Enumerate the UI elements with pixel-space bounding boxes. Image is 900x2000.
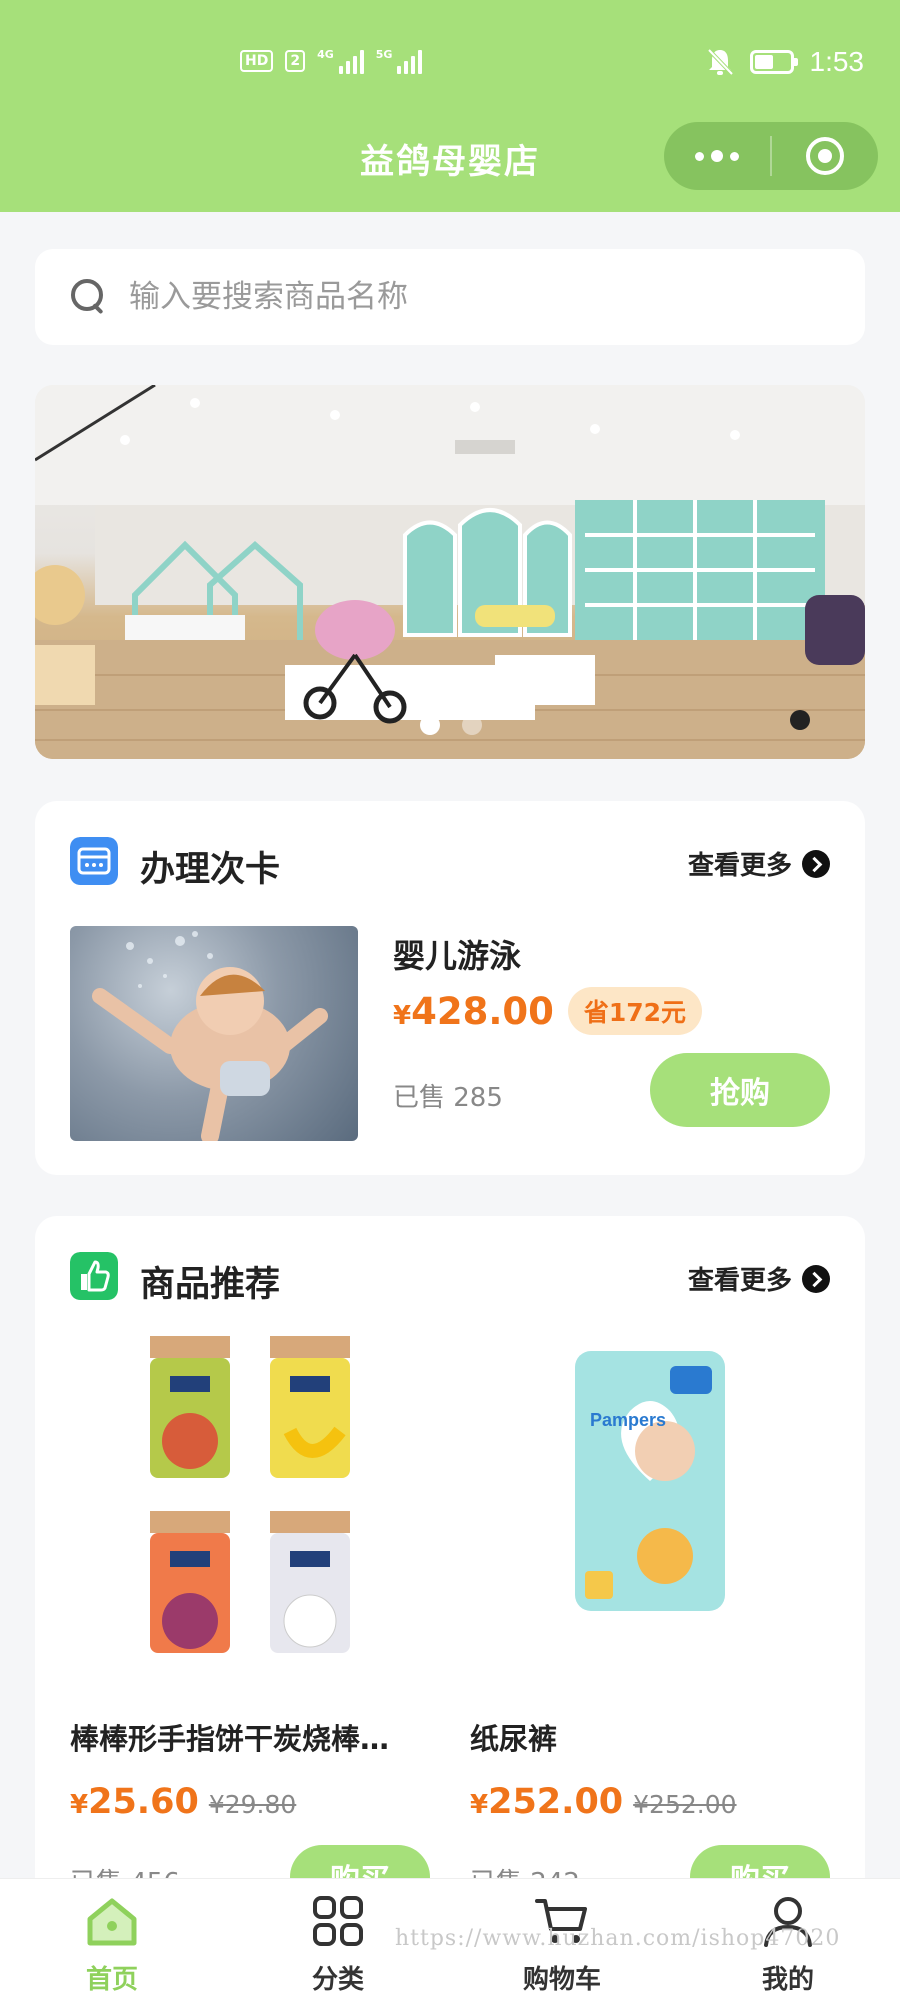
original-price: ¥252.00: [633, 1790, 737, 1819]
home-icon: [87, 1898, 137, 1946]
status-right: 1:53: [706, 46, 865, 78]
search-icon: [69, 277, 109, 317]
hd-badge: HD: [240, 50, 274, 72]
target-icon: [806, 137, 844, 175]
signal-label: 4G: [317, 48, 334, 61]
tab-label: 购物车: [522, 1965, 601, 1995]
section-header: 商品推荐 查看更多: [70, 1252, 830, 1305]
membership-card-section: 办理次卡 查看更多 婴儿游泳 ¥428.00 省172元 已售 285 抢购: [35, 801, 865, 1175]
close-mini-program-button[interactable]: [772, 122, 878, 190]
buy-now-button[interactable]: 抢购: [650, 1053, 830, 1127]
section-title: 商品推荐: [140, 1265, 281, 1305]
price-value: 252.00: [488, 1782, 624, 1822]
status-time: 1:53: [809, 46, 865, 77]
chevron-right-icon: [802, 1264, 830, 1293]
tab-label: 我的: [761, 1965, 814, 1995]
currency-symbol: ¥: [470, 1790, 489, 1820]
thumbs-up-icon: [70, 1252, 118, 1300]
price-value: 428.00: [411, 989, 554, 1033]
view-more-link[interactable]: 查看更多: [688, 1260, 830, 1297]
tab-category[interactable]: 分类: [258, 1879, 418, 2000]
section-header: 办理次卡 查看更多: [70, 837, 830, 890]
price-row: ¥252.00 ¥252.00: [470, 1782, 737, 1822]
diaper-pack-image: Pampers: [575, 1351, 725, 1611]
product-name: 婴儿游泳: [393, 937, 522, 975]
tab-home[interactable]: 首页: [32, 1879, 192, 2000]
signal-label: 5G: [375, 48, 393, 61]
product-image[interactable]: [70, 926, 358, 1141]
view-more-link[interactable]: 查看更多: [688, 845, 830, 882]
app-header: HD 2 4G 5G 1:53 益鸽母婴店: [0, 0, 900, 212]
battery-icon: [749, 50, 798, 74]
price-row: ¥25.60 ¥29.80: [70, 1782, 296, 1822]
mini-program-capsule: [664, 122, 878, 190]
price-row: ¥428.00 省172元: [393, 987, 703, 1035]
card-icon: [70, 837, 118, 885]
discount-badge: 省172元: [567, 987, 703, 1035]
carousel-dot[interactable]: [420, 715, 440, 735]
price-value: 25.60: [88, 1782, 199, 1822]
carousel-indicators: [420, 715, 482, 735]
recommend-section: 商品推荐 查看更多 棒棒形手指饼干炭烧棒… ¥25.60 ¥29.80 Pamp…: [35, 1216, 865, 1936]
currency-symbol: ¥: [393, 1000, 412, 1031]
battery-level: [754, 55, 774, 69]
price: ¥428.00: [393, 990, 554, 1033]
svg-text:Pampers: Pampers: [590, 1410, 666, 1430]
price: ¥25.60: [70, 1782, 199, 1822]
price: ¥252.00: [470, 1782, 623, 1822]
banner-carousel[interactable]: [35, 385, 865, 759]
store-interior-image: [35, 385, 865, 759]
signal-icon: 4G: [317, 48, 364, 74]
bell-off-icon: [707, 48, 733, 76]
section-title: 办理次卡: [140, 850, 281, 890]
sim-badge: 2: [285, 50, 306, 72]
biscuit-jars-image: [150, 1336, 350, 1653]
view-more-label: 查看更多: [687, 851, 792, 881]
category-icon: [313, 1896, 363, 1946]
baby-swimming-image: [92, 931, 328, 1141]
status-bar: HD 2 4G 5G 1:53: [0, 40, 900, 90]
search-input[interactable]: [129, 279, 865, 315]
view-more-label: 查看更多: [687, 1266, 792, 1296]
signal-icon: 5G: [376, 48, 423, 74]
watermark-text: https://www.huzhan.com/ishop47020: [395, 1926, 841, 1951]
currency-symbol: ¥: [70, 1790, 89, 1820]
product-name: 纸尿裤: [470, 1722, 558, 1756]
sold-count: 已售 285: [393, 1083, 503, 1113]
search-bar[interactable]: [35, 249, 865, 345]
carousel-dot[interactable]: [462, 715, 482, 735]
status-left: HD 2 4G 5G: [240, 48, 423, 74]
more-menu-button[interactable]: [664, 122, 770, 190]
tab-label: 首页: [85, 1965, 138, 1995]
original-price: ¥29.80: [208, 1790, 297, 1819]
product-name: 棒棒形手指饼干炭烧棒…: [70, 1722, 390, 1756]
chevron-right-icon: [802, 849, 830, 878]
tab-label: 分类: [311, 1965, 364, 1995]
more-dots-icon: [695, 150, 739, 162]
